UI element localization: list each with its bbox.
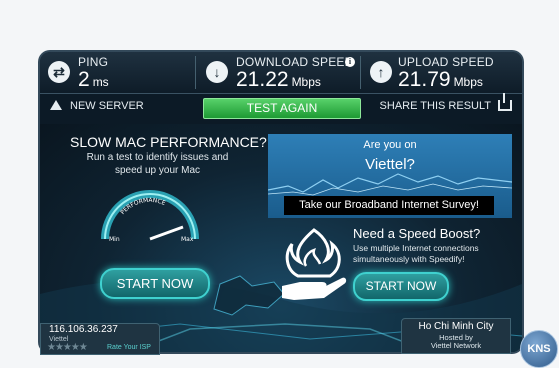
speedtest-panel: ⇄ PING 2 ms ↓ DOWNLOAD SPEED i 21.22 Mbps … <box>40 52 522 352</box>
download-label: DOWNLOAD SPEED <box>236 55 354 69</box>
upload-number: 21.79 <box>398 68 451 91</box>
test-again-button[interactable]: TEST AGAIN <box>203 98 361 119</box>
speedify-start-now-button[interactable]: START NOW <box>353 272 449 301</box>
share-icon <box>498 93 512 111</box>
ping-stat: ⇄ PING 2 ms <box>40 52 192 93</box>
toolbar: NEW SERVER TEST AGAIN SHARE THIS RESULT <box>40 93 522 121</box>
divider <box>195 56 196 89</box>
upload-value: 21.79 Mbps <box>398 68 483 92</box>
ping-icon: ⇄ <box>48 61 70 83</box>
isp-question-line1: Are you on <box>363 139 417 151</box>
info-icon[interactable]: i <box>345 57 355 67</box>
client-info-panel: 116.106.36.237 Viettel ★★★★★ Rate Your I… <box>40 323 160 355</box>
triangle-icon <box>50 100 62 110</box>
mac-promo-title: SLOW MAC PERFORMANCE? <box>70 134 267 150</box>
download-number: 21.22 <box>236 68 289 91</box>
client-ip: 116.106.36.237 <box>49 324 118 335</box>
share-label: SHARE THIS RESULT <box>379 100 491 112</box>
download-unit: Mbps <box>291 75 321 89</box>
kns-watermark-logo: KNS <box>520 330 558 368</box>
boost-promo-title: Need a Speed Boost? <box>353 226 481 241</box>
isp-survey-promo[interactable]: Are you on Viettel? Take our Broadband I… <box>268 134 512 218</box>
new-server-button[interactable]: NEW SERVER <box>50 100 144 112</box>
ping-number: 2 <box>78 68 90 91</box>
results-bar: ⇄ PING 2 ms ↓ DOWNLOAD SPEED i 21.22 Mbps … <box>40 52 522 94</box>
upload-stat: ↑ UPLOAD SPEED 21.79 Mbps <box>362 52 522 93</box>
server-info-panel[interactable]: Ho Chi Minh City Hosted by Viettel Netwo… <box>401 318 511 354</box>
boost-promo-subtitle: Use multiple Internet connections simult… <box>353 243 479 264</box>
speedify-flame-hand-icon <box>282 228 347 300</box>
upload-label: UPLOAD SPEED <box>398 55 494 69</box>
performance-gauge: PERFORMANCE Min Max <box>101 190 199 243</box>
upload-icon: ↑ <box>370 61 392 83</box>
mac-promo-subtitle: Run a test to identify issues and speed … <box>86 152 229 176</box>
server-host-info: Hosted by Viettel Network <box>402 334 510 350</box>
survey-banner[interactable]: Take our Broadband Internet Survey! <box>284 196 494 215</box>
divider <box>360 56 361 89</box>
gauge-min-label: Min <box>109 236 120 243</box>
server-city: Ho Chi Minh City <box>418 321 494 332</box>
gauge-max-label: Max <box>181 236 194 243</box>
new-server-label: NEW SERVER <box>70 100 144 112</box>
host-name: Viettel Network <box>430 341 482 350</box>
rate-isp-link[interactable]: Rate Your ISP <box>107 344 151 351</box>
gauge-needle <box>149 225 184 241</box>
download-icon: ↓ <box>206 61 228 83</box>
rating-stars[interactable]: ★★★★★ <box>47 342 88 353</box>
download-stat: ↓ DOWNLOAD SPEED i 21.22 Mbps <box>198 52 358 93</box>
mac-start-now-button[interactable]: START NOW <box>100 268 210 299</box>
ping-unit: ms <box>92 75 109 89</box>
download-value: 21.22 Mbps <box>236 68 321 92</box>
share-result-button[interactable]: SHARE THIS RESULT <box>379 93 512 112</box>
upload-unit: Mbps <box>453 75 483 89</box>
ping-value: 2 ms <box>78 68 109 92</box>
ping-label: PING <box>78 55 109 69</box>
isp-question-line2: Viettel? <box>365 156 415 173</box>
